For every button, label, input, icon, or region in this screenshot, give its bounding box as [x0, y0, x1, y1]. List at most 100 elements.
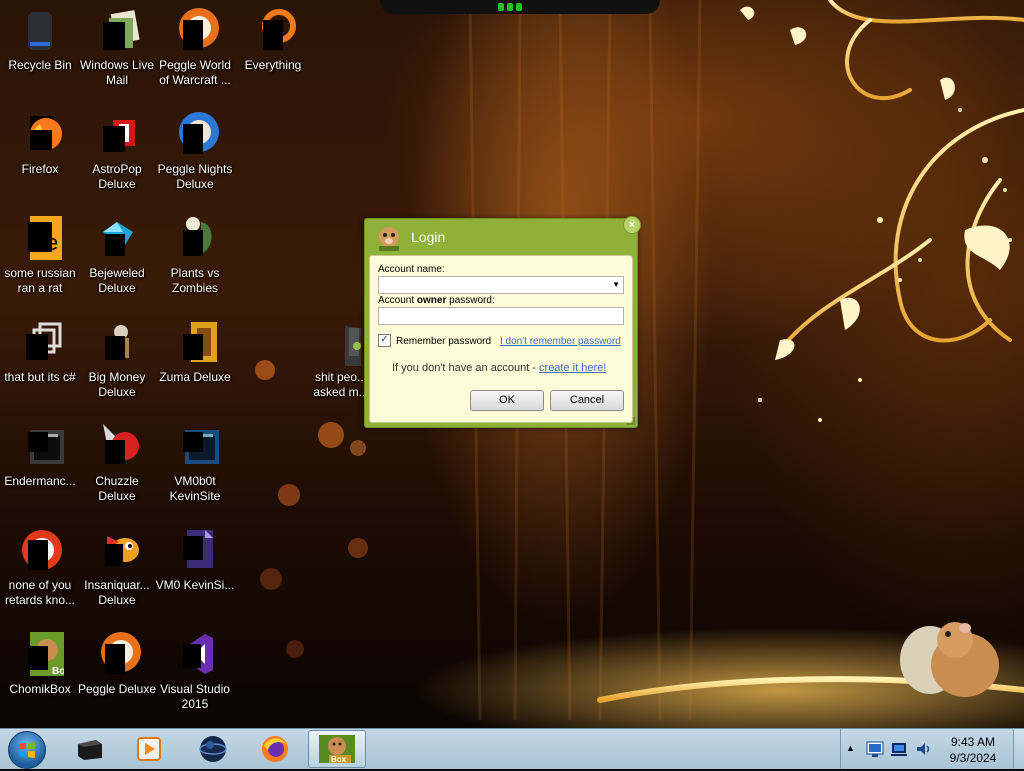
create-account-line: If you don't have an account - create it… — [392, 362, 606, 374]
taskbar-item-sphere[interactable] — [184, 730, 242, 768]
desktop-icon-label: none of you retards kno... — [4, 578, 76, 607]
desktop-icon-label: Chuzzle Deluxe — [95, 474, 139, 503]
desktop-icon-bejeweled-deluxe[interactable]: Bejeweled Deluxe — [77, 214, 157, 296]
account-name-combobox[interactable]: ▼ — [378, 276, 624, 294]
login-dialog: Login × Account name: ▼ Account owner pa… — [364, 216, 641, 428]
visual-studio-icon — [171, 630, 219, 678]
plant-icon — [171, 214, 219, 262]
hamster-logo-icon — [375, 224, 403, 252]
desktop-icon-label: Zuma Deluxe — [159, 370, 231, 384]
password-label-suffix: password: — [446, 295, 495, 306]
gadget-indicator-lights — [498, 3, 522, 11]
cancel-button[interactable]: Cancel — [550, 390, 624, 411]
big-money-icon — [93, 318, 141, 366]
bokeh-light — [260, 568, 282, 590]
login-form-panel: Account name: ▼ Account owner password: … — [369, 255, 633, 423]
bokeh-light — [255, 360, 275, 380]
svg-text:e: e — [46, 230, 58, 255]
zuma-icon — [171, 318, 219, 366]
desktop-icon-insaniquarium-deluxe[interactable]: Insaniquar... Deluxe — [77, 526, 157, 608]
create-account-link[interactable]: create it here! — [539, 362, 606, 374]
system-clock[interactable]: 9:43 AM 9/3/2024 — [940, 734, 1006, 766]
tray-expand-icon[interactable]: ▲ — [846, 743, 855, 753]
ok-button[interactable]: OK — [470, 390, 544, 411]
desktop-icon-vm0-kevinsite[interactable]: VM0 KevinSi... — [155, 526, 235, 593]
desktop-icon-everything[interactable]: Everything — [233, 6, 313, 73]
desktop-icon-label: Bejeweled Deluxe — [89, 266, 145, 295]
desktop-icon-label: Recycle Bin — [8, 58, 72, 72]
desktop-icon-label: VM0b0t KevinSite — [169, 474, 221, 503]
desktop-icon-label: Everything — [244, 58, 302, 72]
desktop-icon-vm0b0t-kevinsite[interactable]: VM0b0t KevinSite — [155, 422, 235, 504]
taskbar-item-terminal[interactable] — [60, 730, 118, 768]
terminal-icon — [78, 740, 102, 760]
desktop-icon-some-russian-ran-a-rat[interactable]: e some russian ran a rat — [0, 214, 80, 296]
close-button[interactable]: × — [623, 216, 641, 234]
desktop-icon-label: Big Money Deluxe — [88, 370, 146, 399]
java-file-icon: e — [16, 214, 64, 262]
desktop-icon-plants-vs-zombies[interactable]: Plants vs Zombies — [155, 214, 235, 296]
desktop-icon-windows-live-mail[interactable]: Windows Live Mail — [77, 6, 157, 88]
dialog-title-bar[interactable]: Login — [365, 219, 637, 255]
forgot-password-link[interactable]: I don't remember password — [500, 336, 621, 347]
tray-monitor-icon[interactable] — [866, 740, 884, 758]
mail-icon — [93, 6, 141, 54]
chuzzle-icon — [93, 422, 141, 470]
remember-password-label: Remember password — [396, 336, 492, 347]
tray-network-icon[interactable] — [890, 740, 908, 758]
desktop-icon-label: ChomikBox — [9, 682, 71, 696]
tray-volume-icon[interactable] — [914, 740, 932, 758]
desktop-icon-big-money-deluxe[interactable]: Big Money Deluxe — [77, 318, 157, 400]
search-icon — [249, 6, 297, 54]
desktop-icon-label: Windows Live Mail — [79, 58, 155, 87]
desktop-icon-peggle-nights-deluxe[interactable]: Peggle Nights Deluxe — [155, 110, 235, 192]
peggle-nights-icon — [171, 110, 219, 158]
peggle-icon — [171, 6, 219, 54]
desktop-icon-astropop-deluxe[interactable]: AstroPop Deluxe — [77, 110, 157, 192]
resize-grip-icon[interactable] — [627, 417, 635, 425]
no-account-text: If you don't have an account - — [392, 362, 540, 374]
media-player-icon — [137, 737, 161, 761]
peggle-ball-icon — [16, 526, 64, 574]
svg-text:Box: Box — [52, 666, 64, 677]
taskbar: Box ▲ 9:43 AM 9/3/2024 — [0, 728, 1024, 769]
firefox-icon — [16, 110, 64, 158]
password-label-bold: owner — [416, 295, 447, 306]
bokeh-light — [350, 440, 366, 456]
desktop-icon-label: AstroPop Deluxe — [92, 162, 142, 191]
desktop-icon-peggle-deluxe[interactable]: Peggle Deluxe — [77, 630, 157, 697]
desktop-icon-label: Visual Studio 2015 — [160, 682, 230, 711]
taskbar-item-chomikbox[interactable]: Box — [308, 730, 366, 768]
desktop-icon-label: Peggle World of Warcraft ... — [159, 58, 231, 87]
dialog-title: Login — [411, 229, 446, 245]
desktop-icon-zuma-deluxe[interactable]: Zuma Deluxe — [155, 318, 235, 385]
show-desktop-button[interactable] — [1013, 729, 1024, 769]
hamster-mascot-icon — [900, 622, 999, 697]
desktop-icon-none-of-you[interactable]: none of you retards kno... — [0, 526, 80, 608]
desktop-icon-recycle-bin[interactable]: Recycle Bin — [0, 6, 80, 73]
dropdown-arrow-icon[interactable]: ▼ — [612, 280, 620, 289]
remember-password-checkbox[interactable]: ✓ — [378, 334, 391, 347]
desktop-icon-label: some russian ran a rat — [4, 266, 76, 295]
astropop-icon — [93, 110, 141, 158]
password-label: Account owner password: — [378, 295, 495, 306]
account-name-label: Account name: — [378, 264, 445, 275]
vs-file-icon — [171, 526, 219, 574]
desktop-icon-chomikbox[interactable]: Box ChomikBox — [0, 630, 80, 697]
taskbar-item-media-player[interactable] — [120, 730, 178, 768]
gem-icon — [93, 214, 141, 262]
desktop-icon-peggle-world-of-warcraft[interactable]: Peggle World of Warcraft ... — [155, 6, 235, 88]
taskbar-item-firefox[interactable] — [246, 730, 304, 768]
desktop-icon-label: VM0 KevinSi... — [155, 578, 235, 592]
desktop-icon-label: Insaniquar... Deluxe — [84, 578, 150, 607]
desktop-icon-that-but-its-csharp[interactable]: that but its c# — [0, 318, 80, 385]
desktop-icon-visual-studio-2015[interactable]: Visual Studio 2015 — [155, 630, 235, 712]
password-field[interactable] — [378, 307, 624, 325]
desktop-icon-firefox[interactable]: Firefox — [0, 110, 80, 177]
fish-icon — [93, 526, 141, 574]
desktop-icon-chuzzle-deluxe[interactable]: Chuzzle Deluxe — [77, 422, 157, 504]
recycle-bin-icon — [16, 6, 64, 54]
start-button[interactable] — [8, 731, 46, 769]
desktop-icon-endermanch[interactable]: Endermanc... — [0, 422, 80, 489]
chomikbox-icon: Box — [16, 630, 64, 678]
